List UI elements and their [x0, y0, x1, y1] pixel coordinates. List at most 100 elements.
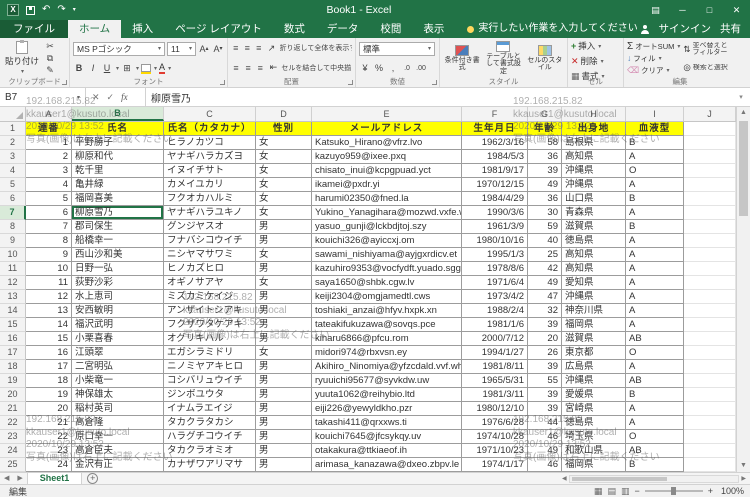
sign-in-link[interactable]: サインイン [659, 20, 712, 38]
cell-H4[interactable]: 沖縄県 [562, 164, 626, 178]
row-header-6[interactable]: 6 [0, 192, 26, 206]
cell-F19[interactable]: 1965/5/31 [462, 374, 528, 388]
column-header-B[interactable]: B [72, 107, 164, 121]
borders-icon[interactable]: ⊞ [121, 62, 133, 74]
cell-H12[interactable]: 愛知県 [562, 276, 626, 290]
row-header-3[interactable]: 3 [0, 150, 26, 164]
cell-J4[interactable] [684, 164, 736, 178]
save-icon[interactable] [26, 6, 35, 15]
cell-E12[interactable]: saya1650@shbk.cgw.lv [312, 276, 462, 290]
cell-A4[interactable]: 3 [26, 164, 72, 178]
percent-format-icon[interactable]: % [373, 62, 385, 74]
cell-G16[interactable]: 20 [528, 332, 562, 346]
horizontal-scrollbar[interactable]: ◀ ▶ [560, 475, 750, 483]
cell-J9[interactable] [684, 234, 736, 248]
cell-D5[interactable]: 女 [256, 178, 312, 192]
cell-A14[interactable]: 13 [26, 304, 72, 318]
name-box[interactable]: B7 ▾ [0, 88, 86, 106]
cell-H8[interactable]: 滋賀県 [562, 220, 626, 234]
increase-decimal-icon[interactable]: .0 [401, 62, 413, 74]
row-header-21[interactable]: 21 [0, 402, 26, 416]
cell-I16[interactable]: AB [626, 332, 684, 346]
cell-J10[interactable] [684, 248, 736, 262]
scroll-right-icon[interactable]: ▶ [739, 475, 748, 482]
normal-view-icon[interactable]: ▦ [594, 486, 603, 497]
cell-C11[interactable]: ヒノカズヒロ [164, 262, 256, 276]
clear-button[interactable]: ⌫ クリア▾ [627, 64, 680, 76]
fill-color-icon[interactable] [141, 64, 151, 72]
cell-E14[interactable]: toshiaki_anzai@hfyv.hxpk.xn [312, 304, 462, 318]
row-header-19[interactable]: 19 [0, 374, 26, 388]
cell-B10[interactable]: 西山沙和美 [72, 248, 164, 262]
cell-E13[interactable]: keiji2304@omgjamedtl.cws [312, 290, 462, 304]
cell-B8[interactable]: 郡司保生 [72, 220, 164, 234]
cell-F9[interactable]: 1980/10/16 [462, 234, 528, 248]
cell-G22[interactable]: 44 [528, 416, 562, 430]
bold-icon[interactable]: B [73, 62, 85, 74]
cell-C2[interactable]: ヒラノカツコ [164, 136, 256, 150]
row-header-16[interactable]: 16 [0, 332, 26, 346]
ribbon-display-options-icon[interactable]: ▤ [642, 0, 669, 20]
decrease-decimal-icon[interactable]: .00 [415, 62, 427, 74]
cell-F3[interactable]: 1984/5/3 [462, 150, 528, 164]
cell-H6[interactable]: 山口県 [562, 192, 626, 206]
cell-B20[interactable]: 神保雄太 [72, 388, 164, 402]
cell-B19[interactable]: 小柴竜一 [72, 374, 164, 388]
insert-function-icon[interactable]: fx [121, 92, 128, 102]
cell-J12[interactable] [684, 276, 736, 290]
cell-H20[interactable]: 愛媛県 [562, 388, 626, 402]
cell-E2[interactable]: Katsuko_Hirano@vfrz.lvo [312, 136, 462, 150]
cell-G17[interactable]: 26 [528, 346, 562, 360]
align-top-icon[interactable]: ≡ [231, 43, 241, 53]
align-bottom-icon[interactable]: ≡ [254, 43, 264, 53]
cell-H18[interactable]: 広島県 [562, 360, 626, 374]
cell-D2[interactable]: 女 [256, 136, 312, 150]
cell-H7[interactable]: 青森県 [562, 206, 626, 220]
cell-G23[interactable]: 46 [528, 430, 562, 444]
ribbon-tab-6[interactable]: 表示 [412, 20, 455, 38]
cell-G12[interactable]: 49 [528, 276, 562, 290]
cell-C18[interactable]: ニノミヤアキヒロ [164, 360, 256, 374]
excel-app-icon[interactable]: X [7, 4, 19, 16]
cell-E10[interactable]: sawami_nishiyama@ayjgxrdicv.et [312, 248, 462, 262]
row-header-5[interactable]: 5 [0, 178, 26, 192]
cell-B7[interactable]: 柳原雪乃 [72, 206, 164, 220]
row-header-24[interactable]: 24 [0, 444, 26, 458]
cell-B1[interactable]: 氏名 [72, 122, 164, 136]
row-header-13[interactable]: 13 [0, 290, 26, 304]
cell-F7[interactable]: 1990/3/6 [462, 206, 528, 220]
cell-A17[interactable]: 16 [26, 346, 72, 360]
row-header-23[interactable]: 23 [0, 430, 26, 444]
cell-G2[interactable]: 58 [528, 136, 562, 150]
cell-A7[interactable]: 6 [26, 206, 72, 220]
cell-B5[interactable]: 亀井緑 [72, 178, 164, 192]
cell-F18[interactable]: 1981/8/11 [462, 360, 528, 374]
format-painter-icon[interactable]: ✎ [44, 64, 56, 76]
cell-E23[interactable]: kouichi7645@jfcsykqy.uv [312, 430, 462, 444]
cell-C23[interactable]: ハラグチコウイチ [164, 430, 256, 444]
cell-D1[interactable]: 性別 [256, 122, 312, 136]
cell-styles-button[interactable]: セルのスタイル [526, 45, 564, 72]
cell-J20[interactable] [684, 388, 736, 402]
horizontal-scroll-track[interactable] [569, 475, 740, 483]
conditional-formatting-button[interactable]: 条件付き書式 [443, 45, 481, 72]
cell-I1[interactable]: 血液型 [626, 122, 684, 136]
cell-C21[interactable]: イナムラエイジ [164, 402, 256, 416]
cell-I8[interactable]: B [626, 220, 684, 234]
column-header-I[interactable]: I [626, 107, 684, 121]
cell-C14[interactable]: アンザイトシアキ [164, 304, 256, 318]
cell-C5[interactable]: カメイユカリ [164, 178, 256, 192]
scroll-left-icon[interactable]: ◀ [560, 475, 569, 482]
cell-A2[interactable]: 1 [26, 136, 72, 150]
cell-D21[interactable]: 男 [256, 402, 312, 416]
cell-C17[interactable]: エガシラミドリ [164, 346, 256, 360]
cell-J6[interactable] [684, 192, 736, 206]
cell-H21[interactable]: 宮崎県 [562, 402, 626, 416]
cell-G21[interactable]: 39 [528, 402, 562, 416]
cell-F2[interactable]: 1962/3/16 [462, 136, 528, 150]
cell-C3[interactable]: ヤナギハラカズヨ [164, 150, 256, 164]
cell-H25[interactable]: 福岡県 [562, 458, 626, 472]
row-header-2[interactable]: 2 [0, 136, 26, 150]
cell-C13[interactable]: ミズカミケイジ [164, 290, 256, 304]
row-header-14[interactable]: 14 [0, 304, 26, 318]
